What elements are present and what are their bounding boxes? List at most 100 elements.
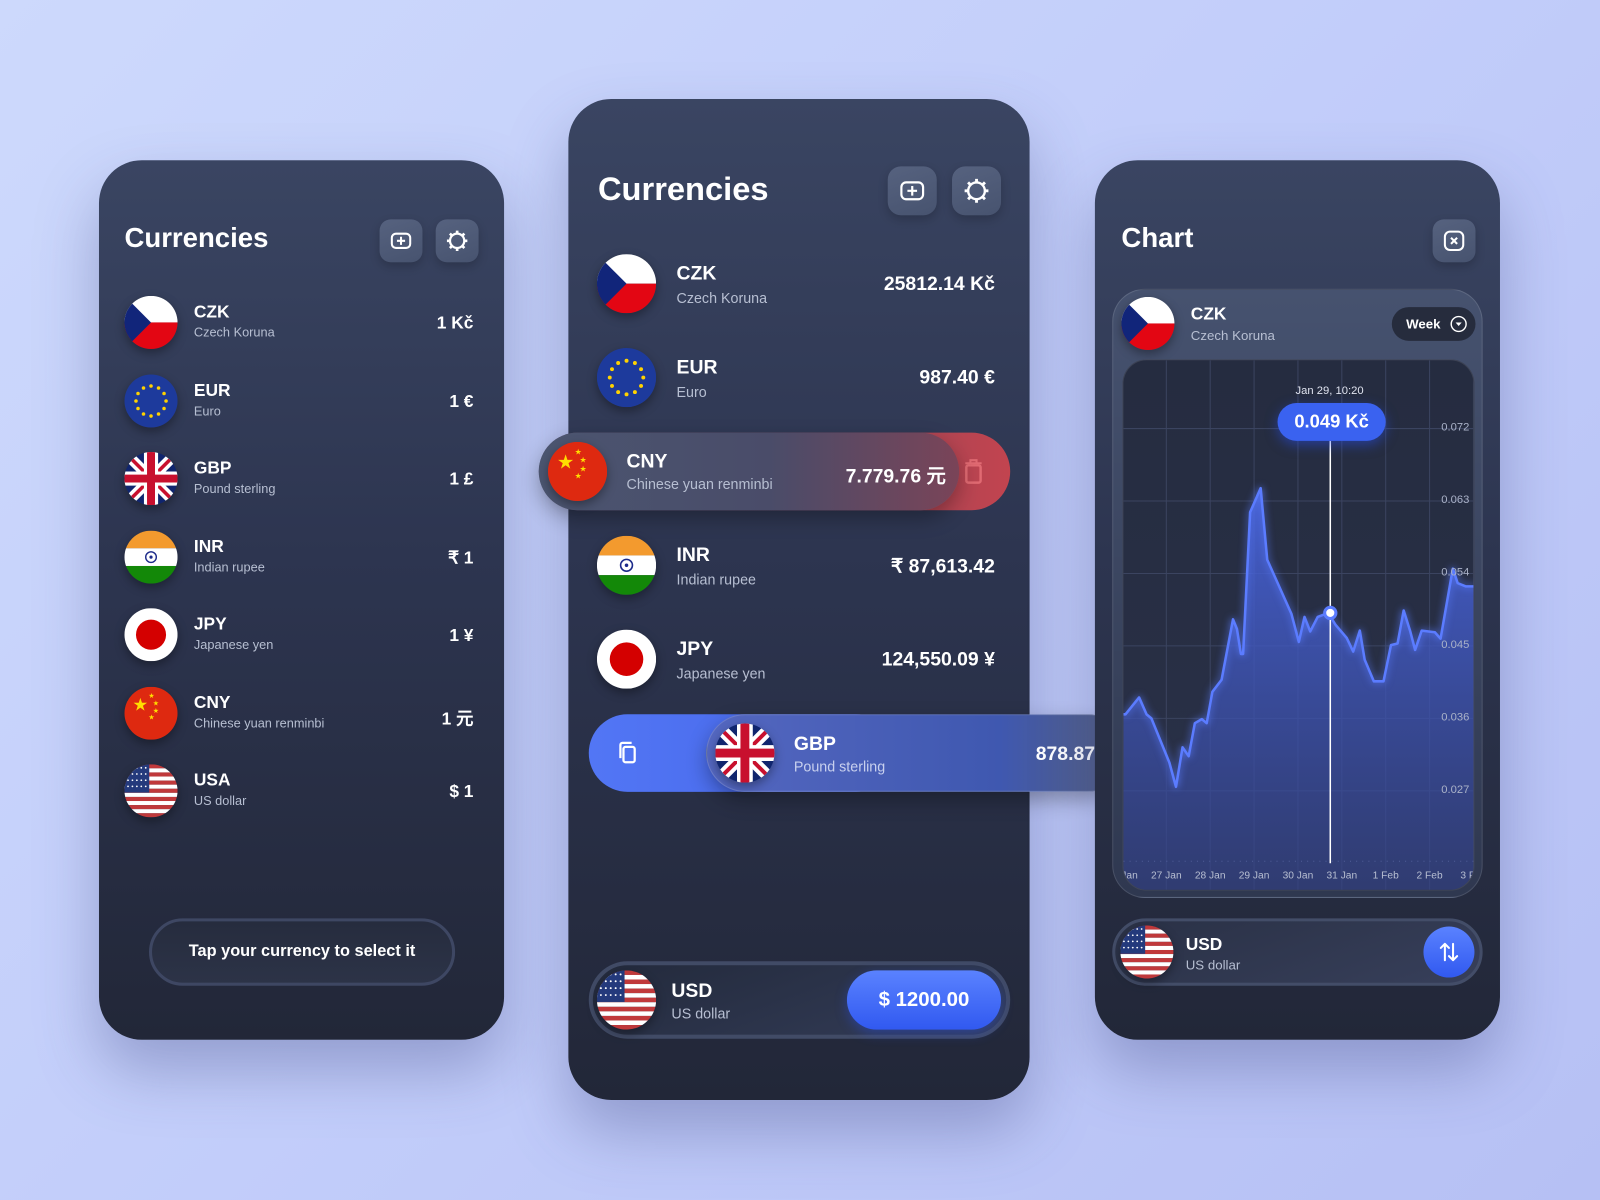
y-tick-label: 0.036 [1441, 711, 1470, 724]
currency-code: USD [1185, 934, 1223, 955]
flag-icon [124, 530, 178, 584]
currency-name: Czech Koruna [193, 325, 275, 340]
page-title: Currencies [597, 170, 769, 208]
tooltip-date: Jan 29, 10:20 [1295, 384, 1364, 397]
flag-icon [1120, 925, 1174, 979]
currency-name: Czech Koruna [676, 289, 768, 307]
currency-name: US dollar [1185, 957, 1241, 973]
currency-code: USD [671, 980, 713, 1003]
currency-code: INR [676, 544, 710, 567]
currency-name: US dollar [193, 793, 247, 809]
flag-icon [1121, 296, 1175, 350]
settings-button[interactable] [435, 219, 479, 263]
currency-row-usa[interactable]: USA US dollar $ 1 [114, 757, 488, 824]
add-currency-button[interactable] [887, 166, 937, 216]
y-tick-label: 0.072 [1441, 421, 1470, 434]
svg-text:★: ★ [148, 713, 154, 721]
svg-text:★: ★ [153, 699, 159, 707]
currency-value: 25812.14 Kč [883, 273, 995, 295]
currency-value: 7.779.76 元 [845, 466, 946, 488]
currency-row-jpy[interactable]: JPY Japanese yen 1 ¥ [114, 601, 488, 668]
currency-row-cny-swiped[interactable]: ★ ★ ★ ★ ★ CNY Chinese yuan renminbi 7.779.76… [538, 432, 960, 511]
flag-icon [124, 764, 178, 818]
currency-code: JPY [676, 638, 714, 661]
amount-input[interactable]: $ 1200.00 [846, 970, 1002, 1030]
x-tick-label: 28 Jan [1194, 870, 1226, 882]
currency-value: 987.40 € [919, 367, 995, 389]
currency-name: Pound sterling [793, 758, 886, 775]
currency-value: 1 ¥ [449, 625, 474, 645]
flag-icon [596, 535, 657, 595]
base-currency-bar: USD US dollar [1112, 918, 1483, 986]
x-tick-label: 29 Jan [1238, 870, 1270, 882]
currency-row-inr[interactable]: INR Indian rupee ₹ 87,613.42 [587, 527, 1011, 605]
settings-button[interactable] [952, 166, 1002, 216]
copy-icon [619, 741, 636, 764]
x-tick-label: 2 Feb [1416, 870, 1443, 882]
y-tick-label: 0.027 [1441, 783, 1470, 796]
currency-code: EUR [676, 357, 718, 379]
period-dropdown[interactable]: Week [1391, 307, 1476, 341]
flag-icon: ★ ★ ★ ★ ★ [547, 441, 608, 502]
svg-text:★: ★ [575, 471, 582, 480]
x-tick-label: 1 Feb [1372, 870, 1399, 882]
flag-icon [124, 373, 178, 428]
currency-name: Euro [676, 383, 707, 400]
flag-icon [596, 629, 657, 689]
plus-square-icon [900, 181, 925, 201]
currency-row-gbp[interactable]: GBP Pound sterling 1 £ [114, 445, 488, 512]
flag-icon [596, 347, 657, 408]
flag-icon [596, 254, 657, 314]
currency-name: US dollar [671, 1005, 731, 1022]
currency-name: Chinese yuan renminbi [626, 475, 773, 492]
currency-value: $ 1 [449, 781, 474, 802]
base-currency-bar: USD US dollar $ 1200.00 [588, 961, 1011, 1039]
flag-icon [124, 295, 178, 349]
currency-code: CZK [676, 263, 717, 285]
tooltip-value-text: 0.049 Kč [1294, 411, 1369, 432]
period-label: Week [1406, 316, 1441, 332]
currency-name: Japanese yen [193, 637, 274, 653]
currency-name: Euro [193, 403, 221, 418]
gear-icon [446, 230, 468, 252]
currency-value: 124,550.09 ¥ [881, 648, 995, 671]
currency-value: 1 € [449, 391, 474, 411]
x-tick-label: 3 Feb [1460, 870, 1473, 882]
trash-icon [965, 459, 982, 484]
currency-row-czk[interactable]: CZK Czech Koruna 1 Kč [114, 289, 488, 356]
currency-value: 1 元 [441, 708, 474, 729]
tooltip-value: 0.049 Kč [1277, 403, 1386, 441]
x-tick-label: 27 Jan [1150, 870, 1182, 882]
currency-row-jpy[interactable]: JPY Japanese yen 124,550.09 ¥ [587, 620, 1011, 698]
currency-value: 1 £ [449, 469, 474, 489]
highlight-point [1323, 605, 1338, 621]
add-currency-button[interactable] [379, 219, 423, 263]
currency-row-cny[interactable]: ★ ★ ★ ★ ★ CNY Chinese yuan renminbi 1 元 [114, 679, 488, 746]
currency-row-czk[interactable]: CZK Czech Koruna 25812.14 Kč [587, 245, 1011, 323]
currency-row-gbp-swiped[interactable]: GBP Pound sterling 878.87 £ [706, 714, 1127, 792]
page-title: Chart [1121, 222, 1194, 254]
y-tick-label: 0.054 [1441, 566, 1470, 579]
flag-icon [124, 608, 178, 662]
currency-code: INR [193, 536, 224, 556]
currency-code: CNY [193, 692, 231, 712]
close-square-icon [1443, 230, 1465, 252]
hint-text: Tap your currency to select it [188, 942, 416, 961]
svg-text:★: ★ [580, 456, 587, 465]
x-tick-label: 26 Jan [1122, 870, 1138, 882]
plus-square-icon [390, 232, 412, 249]
chart-area[interactable]: 0.027 0.036 0.045 0.054 0.063 0.072 26 Jan 27 … [1122, 359, 1475, 891]
currency-value: 1 Kč [436, 313, 474, 333]
x-tick-label: 31 Jan [1326, 870, 1358, 882]
swap-button[interactable] [1423, 926, 1475, 978]
currency-row-inr[interactable]: INR Indian rupee ₹ 1 [114, 523, 488, 590]
currency-row-eur[interactable]: EUR Euro 1 € [114, 367, 488, 434]
currency-row-eur[interactable]: EUR Euro 987.40 € [587, 339, 1011, 417]
currencies-panel-left: Currencies CZK Czech Koruna 1 Kč EUR Euro 1 €… [98, 160, 505, 1040]
currency-code: CNY [626, 451, 668, 473]
currency-name: Indian rupee [193, 559, 265, 574]
flag-icon: ★ ★ ★ ★ ★ [124, 686, 178, 740]
currencies-panel-middle: Currencies CZK Czech Koruna 25812.14 Kč EUR… [568, 98, 1030, 1100]
close-button[interactable] [1432, 219, 1476, 263]
amount-value: $ 1200.00 [878, 988, 970, 1011]
